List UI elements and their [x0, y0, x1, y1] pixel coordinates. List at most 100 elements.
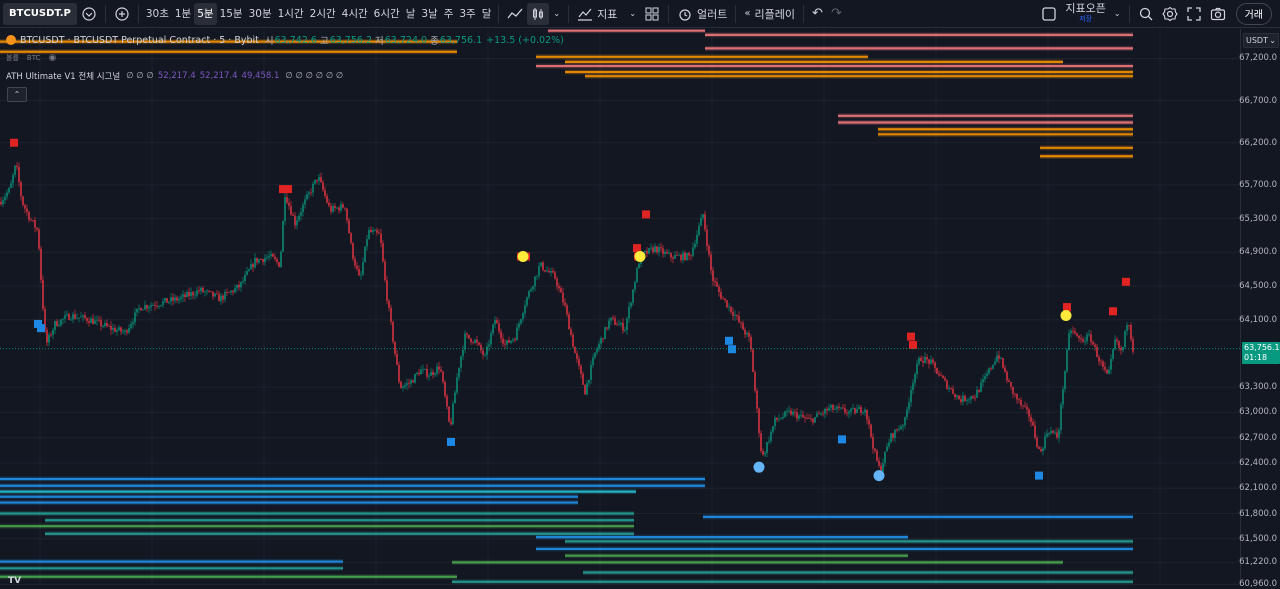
candle-body	[906, 409, 908, 418]
indicator-legend-row[interactable]: ATH Ultimate V1 전체 시그널 ∅ ∅ ∅ 52,217.4 52…	[6, 70, 343, 82]
candle-body	[1002, 358, 1004, 368]
line-chart-type-button[interactable]	[503, 3, 527, 25]
candle-body	[834, 408, 836, 410]
candle-body	[438, 366, 440, 370]
interval-9[interactable]: 날	[403, 3, 419, 25]
settings-button[interactable]	[1158, 3, 1182, 25]
candle-body	[570, 329, 572, 335]
interval-13[interactable]: 달	[479, 3, 495, 25]
snapshot-button[interactable]	[1206, 3, 1230, 25]
interval-6[interactable]: 2시간	[307, 3, 339, 25]
candle-body	[254, 257, 256, 268]
indicators-icon	[578, 8, 593, 21]
legend-collapse-button[interactable]: ⌃	[7, 87, 27, 102]
candle-body	[468, 334, 470, 339]
interval-5[interactable]: 1시간	[275, 3, 307, 25]
candle-body	[678, 254, 680, 256]
candle-body	[750, 336, 752, 350]
candle-body	[104, 323, 106, 326]
candle-body	[1012, 386, 1014, 394]
candle-body	[60, 319, 62, 325]
tradingview-logo[interactable]: TV	[8, 576, 21, 586]
layout-square-button[interactable]	[1037, 3, 1061, 25]
interval-8[interactable]: 6시간	[371, 3, 403, 25]
interval-4[interactable]: 30분	[246, 3, 275, 25]
candle-body	[624, 330, 626, 331]
candle-body	[892, 433, 894, 438]
buy-signal-marker	[37, 324, 45, 333]
symbol-legend-row[interactable]: BTCUSDT · BTCUSDT Perpetual Contract · 5…	[6, 33, 564, 47]
candle-body	[1100, 361, 1102, 363]
candle-body	[1046, 433, 1048, 437]
candle-body	[180, 296, 182, 299]
publish-dropdown[interactable]: ⌄	[1110, 3, 1125, 25]
candle-body	[110, 326, 112, 330]
candle-body	[598, 343, 600, 350]
candle-body	[342, 204, 344, 208]
candle-body	[516, 327, 518, 341]
interval-12[interactable]: 3주	[456, 3, 478, 25]
candle-body	[774, 417, 776, 427]
candle-body	[136, 308, 138, 313]
candle-body	[306, 194, 308, 200]
candle-body	[542, 262, 544, 271]
candle-body	[902, 425, 904, 427]
candle-body	[512, 339, 514, 341]
candle-body	[748, 332, 750, 337]
high-value: 63,756.2	[329, 34, 373, 46]
trade-button[interactable]: 거래	[1235, 2, 1272, 25]
compare-button[interactable]	[77, 3, 101, 25]
publish-button[interactable]: 지표오픈 저장	[1061, 3, 1109, 25]
candle-chart-type-button[interactable]	[527, 2, 550, 25]
candle-body	[922, 360, 924, 363]
candle-body	[916, 363, 918, 375]
candle-body	[560, 288, 562, 293]
candle-body	[310, 192, 312, 194]
volume-legend-row[interactable]: 볼륨 BTC ◉	[6, 53, 56, 63]
candle-body	[186, 292, 188, 298]
interval-10[interactable]: 3날	[418, 3, 440, 25]
candle-body	[228, 292, 230, 293]
currency-select[interactable]: USDT ⌄	[1243, 33, 1279, 48]
change-value: +13.5 (+0.02%)	[486, 34, 564, 46]
interval-1[interactable]: 1분	[172, 3, 194, 25]
alert-button[interactable]: 얼러트	[673, 3, 731, 25]
candle-body	[12, 175, 14, 184]
interval-7[interactable]: 4시간	[339, 3, 371, 25]
price-chart[interactable]	[0, 29, 1240, 586]
candle-body	[1036, 437, 1038, 447]
redo-button[interactable]: ↷	[827, 3, 846, 25]
layout-button[interactable]	[640, 3, 664, 25]
last-price-tag: 63,756.1 01:18	[1242, 341, 1280, 364]
candle-body	[632, 289, 634, 303]
candle-body	[546, 270, 548, 272]
quick-search-button[interactable]	[1134, 3, 1158, 25]
square-icon	[1042, 6, 1057, 21]
candle-body	[148, 307, 150, 309]
candle-body	[548, 270, 550, 273]
undo-button[interactable]: ↶	[808, 3, 827, 25]
price-axis[interactable]: USDT ⌄ 67,200.0 66,700.0 66,200.0 65,700.0 6…	[1239, 29, 1280, 589]
candle-body	[862, 412, 864, 414]
interval-0[interactable]: 30초	[143, 3, 172, 25]
candle-body	[868, 419, 870, 425]
candle-body	[428, 375, 430, 377]
candle-body	[20, 182, 22, 197]
candle-body	[878, 460, 880, 466]
symbol-search-button[interactable]: BTCUSDT.P	[3, 2, 77, 25]
interval-11[interactable]: 주	[441, 3, 457, 25]
indicators-dropdown[interactable]: ⌄	[625, 3, 640, 25]
candle-body	[166, 298, 168, 303]
add-symbol-button[interactable]	[110, 3, 134, 25]
toolbar-divider	[803, 4, 805, 23]
eye-hidden-icon[interactable]: ◉	[48, 53, 56, 63]
candle-body	[16, 165, 18, 167]
interval-2[interactable]: 5분	[194, 2, 217, 25]
candle-body	[58, 324, 60, 327]
fullscreen-button[interactable]	[1182, 3, 1206, 25]
replay-button[interactable]: « 리플레이	[740, 3, 799, 25]
chart-type-dropdown[interactable]: ⌄	[549, 3, 564, 25]
indicators-button[interactable]: 지표	[573, 3, 621, 25]
candle-body	[488, 344, 490, 347]
interval-3[interactable]: 15분	[217, 3, 246, 25]
